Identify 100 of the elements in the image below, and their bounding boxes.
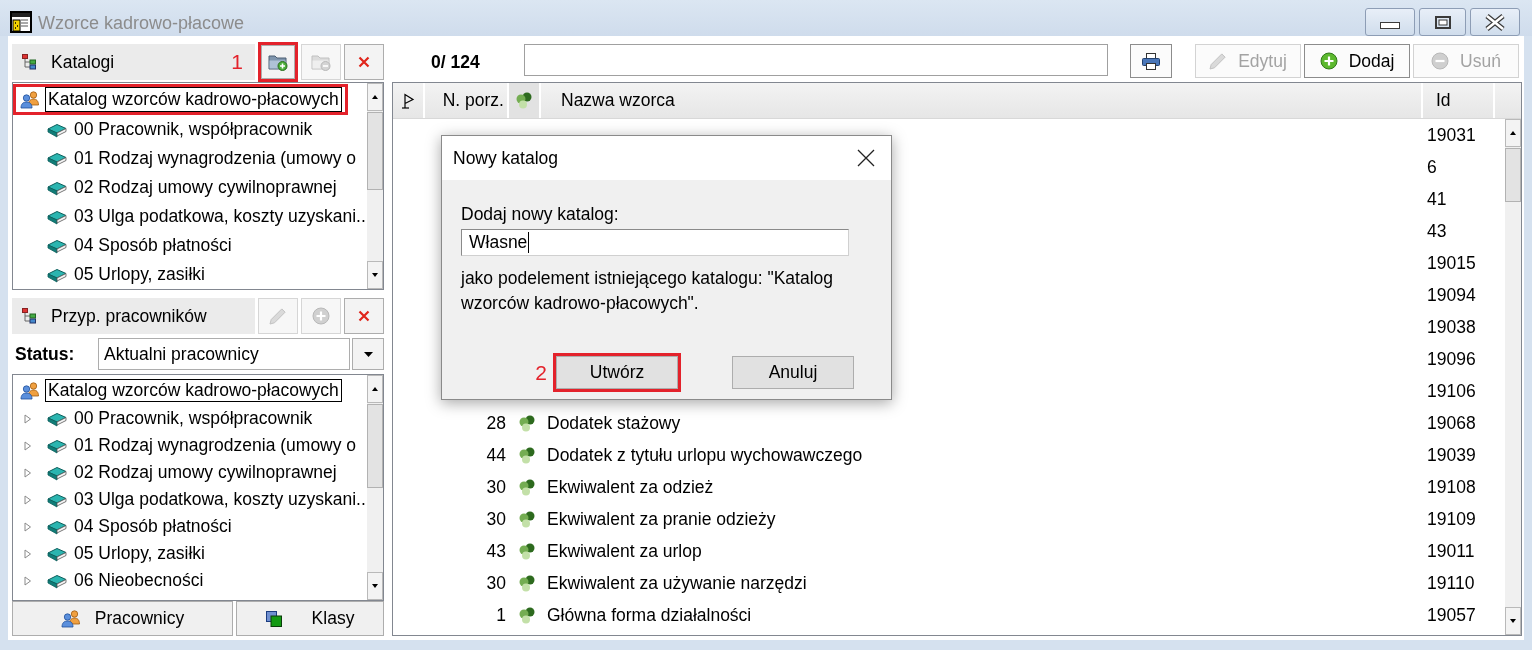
dialog-button[interactable]: Utwórz	[556, 356, 678, 389]
column-header[interactable]: Nazwa wzorca	[541, 83, 1423, 118]
book-icon	[47, 266, 67, 283]
tree-item[interactable]: Katalog wzorców kadrowo-płacowych	[45, 379, 342, 402]
dropdown-field[interactable]: Aktualni pracownicy	[98, 338, 350, 370]
people-button[interactable]: Pracownicy	[12, 601, 233, 636]
maximize-icon	[1434, 15, 1451, 29]
hierarchy-icon	[22, 308, 36, 324]
printer-icon	[1142, 52, 1160, 70]
dialog-title: Nowy katalog	[453, 147, 559, 169]
table-cell-text: 19068	[1426, 412, 1477, 434]
tree-item[interactable]: 01 Rodzaj wynagrodzenia (umowy o	[71, 146, 360, 171]
pencil-icon	[1209, 52, 1228, 70]
table-cell-text: Ekwiwalent za używanie narzędzi	[546, 572, 808, 594]
table-cell-text: 1	[495, 604, 507, 626]
table-cell-text: 19015	[1426, 252, 1477, 274]
table-cell-text: 19110	[1426, 572, 1476, 594]
tree-item[interactable]: 00 Pracownik, współpracownik	[71, 407, 316, 430]
tree-item[interactable]: 00 Pracownik, współpracownik	[71, 117, 316, 142]
caret-right-icon[interactable]	[24, 521, 32, 532]
table-cell-text: 19096	[1426, 348, 1477, 370]
table-cell-text: 30	[485, 476, 507, 498]
caret-right-icon[interactable]	[24, 548, 32, 559]
table-cell-text: Ekwiwalent za urlop	[546, 540, 703, 562]
close-icon[interactable]	[857, 149, 875, 167]
tree-item[interactable]: 03 Ulga podatkowa, koszty uzyskani..	[71, 204, 369, 229]
tree-item[interactable]: 02 Rodzaj umowy cywilnoprawnej	[71, 175, 340, 200]
minus-circle-icon	[1431, 52, 1450, 70]
window-title: Wzorce kadrowo-płacowe	[38, 12, 245, 34]
table-cell-text: 19108	[1426, 476, 1477, 498]
circles-icon[interactable]	[516, 92, 532, 109]
dialog-button[interactable]: Anuluj	[732, 356, 854, 389]
caret-right-icon[interactable]	[24, 440, 32, 451]
book-icon	[47, 464, 67, 481]
text-field[interactable]	[524, 44, 1108, 76]
scroll-up-icon[interactable]	[367, 83, 383, 111]
scrollbar-thumb[interactable]	[1505, 148, 1521, 202]
scroll-down-icon[interactable]	[367, 572, 383, 600]
scroll-up-icon[interactable]	[367, 375, 383, 403]
scroll-down-icon[interactable]	[1505, 607, 1521, 635]
tree-item[interactable]: 05 Urlopy, zasiłki	[71, 542, 208, 565]
circles-icon	[519, 574, 535, 592]
column-header[interactable]: Id	[1423, 83, 1495, 118]
minimize-button[interactable]	[1365, 8, 1415, 36]
caret-down-icon	[363, 351, 373, 357]
tree-item[interactable]: 05 Urlopy, zasiłki	[71, 262, 208, 287]
scrollbar-thumb[interactable]	[367, 112, 383, 190]
dropdown-button[interactable]	[352, 338, 384, 370]
tree-item[interactable]: 04 Sposób płatności	[71, 233, 235, 258]
circles-icon	[519, 542, 535, 560]
scroll-down-icon[interactable]	[367, 261, 383, 289]
tree-item[interactable]: 03 Ulga podatkowa, koszty uzyskani..	[71, 488, 369, 511]
plus-circle-icon	[1319, 52, 1338, 70]
people-icon	[60, 609, 81, 628]
table-cell-text: Ekwiwalent za odzież	[546, 476, 715, 498]
table-cell-text: 44	[485, 444, 507, 466]
maximize-button[interactable]	[1419, 8, 1466, 36]
caret-right-icon[interactable]	[24, 575, 32, 586]
stacked-squares-icon	[265, 610, 282, 627]
book-icon	[47, 572, 67, 589]
table-cell-text: 19106	[1426, 380, 1477, 402]
table-cell-text: 19031	[1426, 124, 1477, 146]
table-cell-text: 19057	[1426, 604, 1477, 626]
caret-right-icon[interactable]	[24, 494, 32, 505]
tree-item[interactable]: 04 Sposób płatności	[71, 515, 235, 538]
flag-icon[interactable]	[401, 92, 415, 109]
table-cell-text: 43	[1426, 220, 1448, 242]
field-label: Dodaj nowy katalog:	[461, 204, 620, 224]
delete-button[interactable]	[344, 44, 384, 80]
close-icon	[358, 310, 370, 322]
scrollbar-thumb[interactable]	[367, 404, 383, 488]
people-icon	[20, 381, 40, 400]
add-button[interactable]: Dodaj	[1304, 44, 1410, 78]
tree-item[interactable]: 02 Rodzaj umowy cywilnoprawnej	[71, 461, 340, 484]
scroll-up-icon[interactable]	[1505, 119, 1521, 147]
vertical-scrollbar[interactable]	[367, 375, 383, 600]
print-button[interactable]	[1130, 44, 1172, 78]
vertical-scrollbar[interactable]	[367, 83, 383, 289]
record-counter: 0/ 124	[430, 51, 481, 74]
table-cell-text: 30	[485, 572, 507, 594]
people-icon	[20, 90, 40, 109]
tree-item[interactable]: Katalog wzorców kadrowo-płacowych	[45, 87, 342, 112]
delete-button[interactable]	[344, 298, 384, 334]
caret-right-icon[interactable]	[24, 413, 32, 424]
book-icon	[47, 121, 67, 138]
table-cell-text: Dodatek stażowy	[546, 412, 682, 434]
input-field[interactable]: Własne	[461, 229, 849, 256]
plus-circle-icon	[312, 307, 330, 325]
classes-button[interactable]: Klasy	[236, 601, 384, 636]
status-label: Status:	[14, 342, 76, 366]
table-cell-text: 43	[485, 540, 507, 562]
tree-item[interactable]: 01 Rodzaj wynagrodzenia (umowy o	[71, 434, 360, 457]
tree-item[interactable]: 06 Nieobecności	[71, 569, 207, 592]
table-cell-text: 6	[1426, 156, 1438, 178]
vertical-scrollbar[interactable]	[1505, 119, 1521, 635]
close-button[interactable]	[1470, 8, 1520, 36]
table-cell-text: 19038	[1426, 316, 1477, 338]
book-icon	[47, 437, 67, 454]
hierarchy-icon	[22, 54, 36, 70]
caret-right-icon[interactable]	[24, 467, 32, 478]
